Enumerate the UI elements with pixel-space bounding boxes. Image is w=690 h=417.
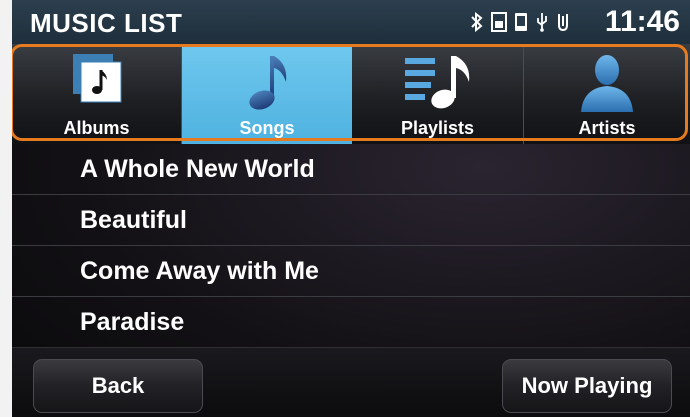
status-bar: MUSIC LIST 11:46: [12, 0, 690, 45]
signal-icon: [558, 14, 568, 32]
tab-artists[interactable]: Artists: [524, 44, 690, 144]
now-playing-button[interactable]: Now Playing: [502, 359, 672, 413]
tab-label: Albums: [63, 118, 130, 138]
list-item[interactable]: Come Away with Me: [12, 246, 690, 297]
tab-label: Artists: [578, 118, 636, 138]
song-title: Paradise: [80, 308, 185, 336]
list-item[interactable]: A Whole New World: [12, 144, 690, 195]
page-title: MUSIC LIST: [30, 8, 183, 38]
song-title: Beautiful: [80, 206, 187, 234]
tab-playlists[interactable]: Playlists: [352, 44, 524, 144]
bluetooth-icon: [471, 12, 483, 32]
sim-icon: [491, 12, 507, 32]
list-item[interactable]: Paradise: [12, 297, 690, 348]
tab-label: Playlists: [400, 118, 475, 138]
tab-label: Songs: [239, 118, 295, 138]
playlist-icon: [404, 56, 469, 109]
clock: 11:46: [604, 5, 680, 38]
music-note-icon: [249, 56, 287, 110]
category-tab-bar: Albums Songs Playlists Artists: [12, 44, 690, 144]
back-button[interactable]: Back: [33, 359, 203, 413]
person-icon: [581, 55, 633, 112]
bezel-edge: [0, 0, 12, 417]
phone-icon: [515, 13, 527, 31]
album-icon: [72, 54, 121, 103]
song-title: Come Away with Me: [80, 257, 319, 285]
song-title: A Whole New World: [80, 155, 315, 183]
list-item[interactable]: Beautiful: [12, 195, 690, 246]
tab-albums[interactable]: Albums: [12, 44, 182, 144]
status-icons: [470, 12, 570, 32]
usb-icon: [537, 13, 547, 32]
music-list-screen: MUSIC LIST 11:46 Albums Songs Playlists …: [0, 0, 690, 417]
tab-songs[interactable]: Songs: [182, 44, 352, 144]
